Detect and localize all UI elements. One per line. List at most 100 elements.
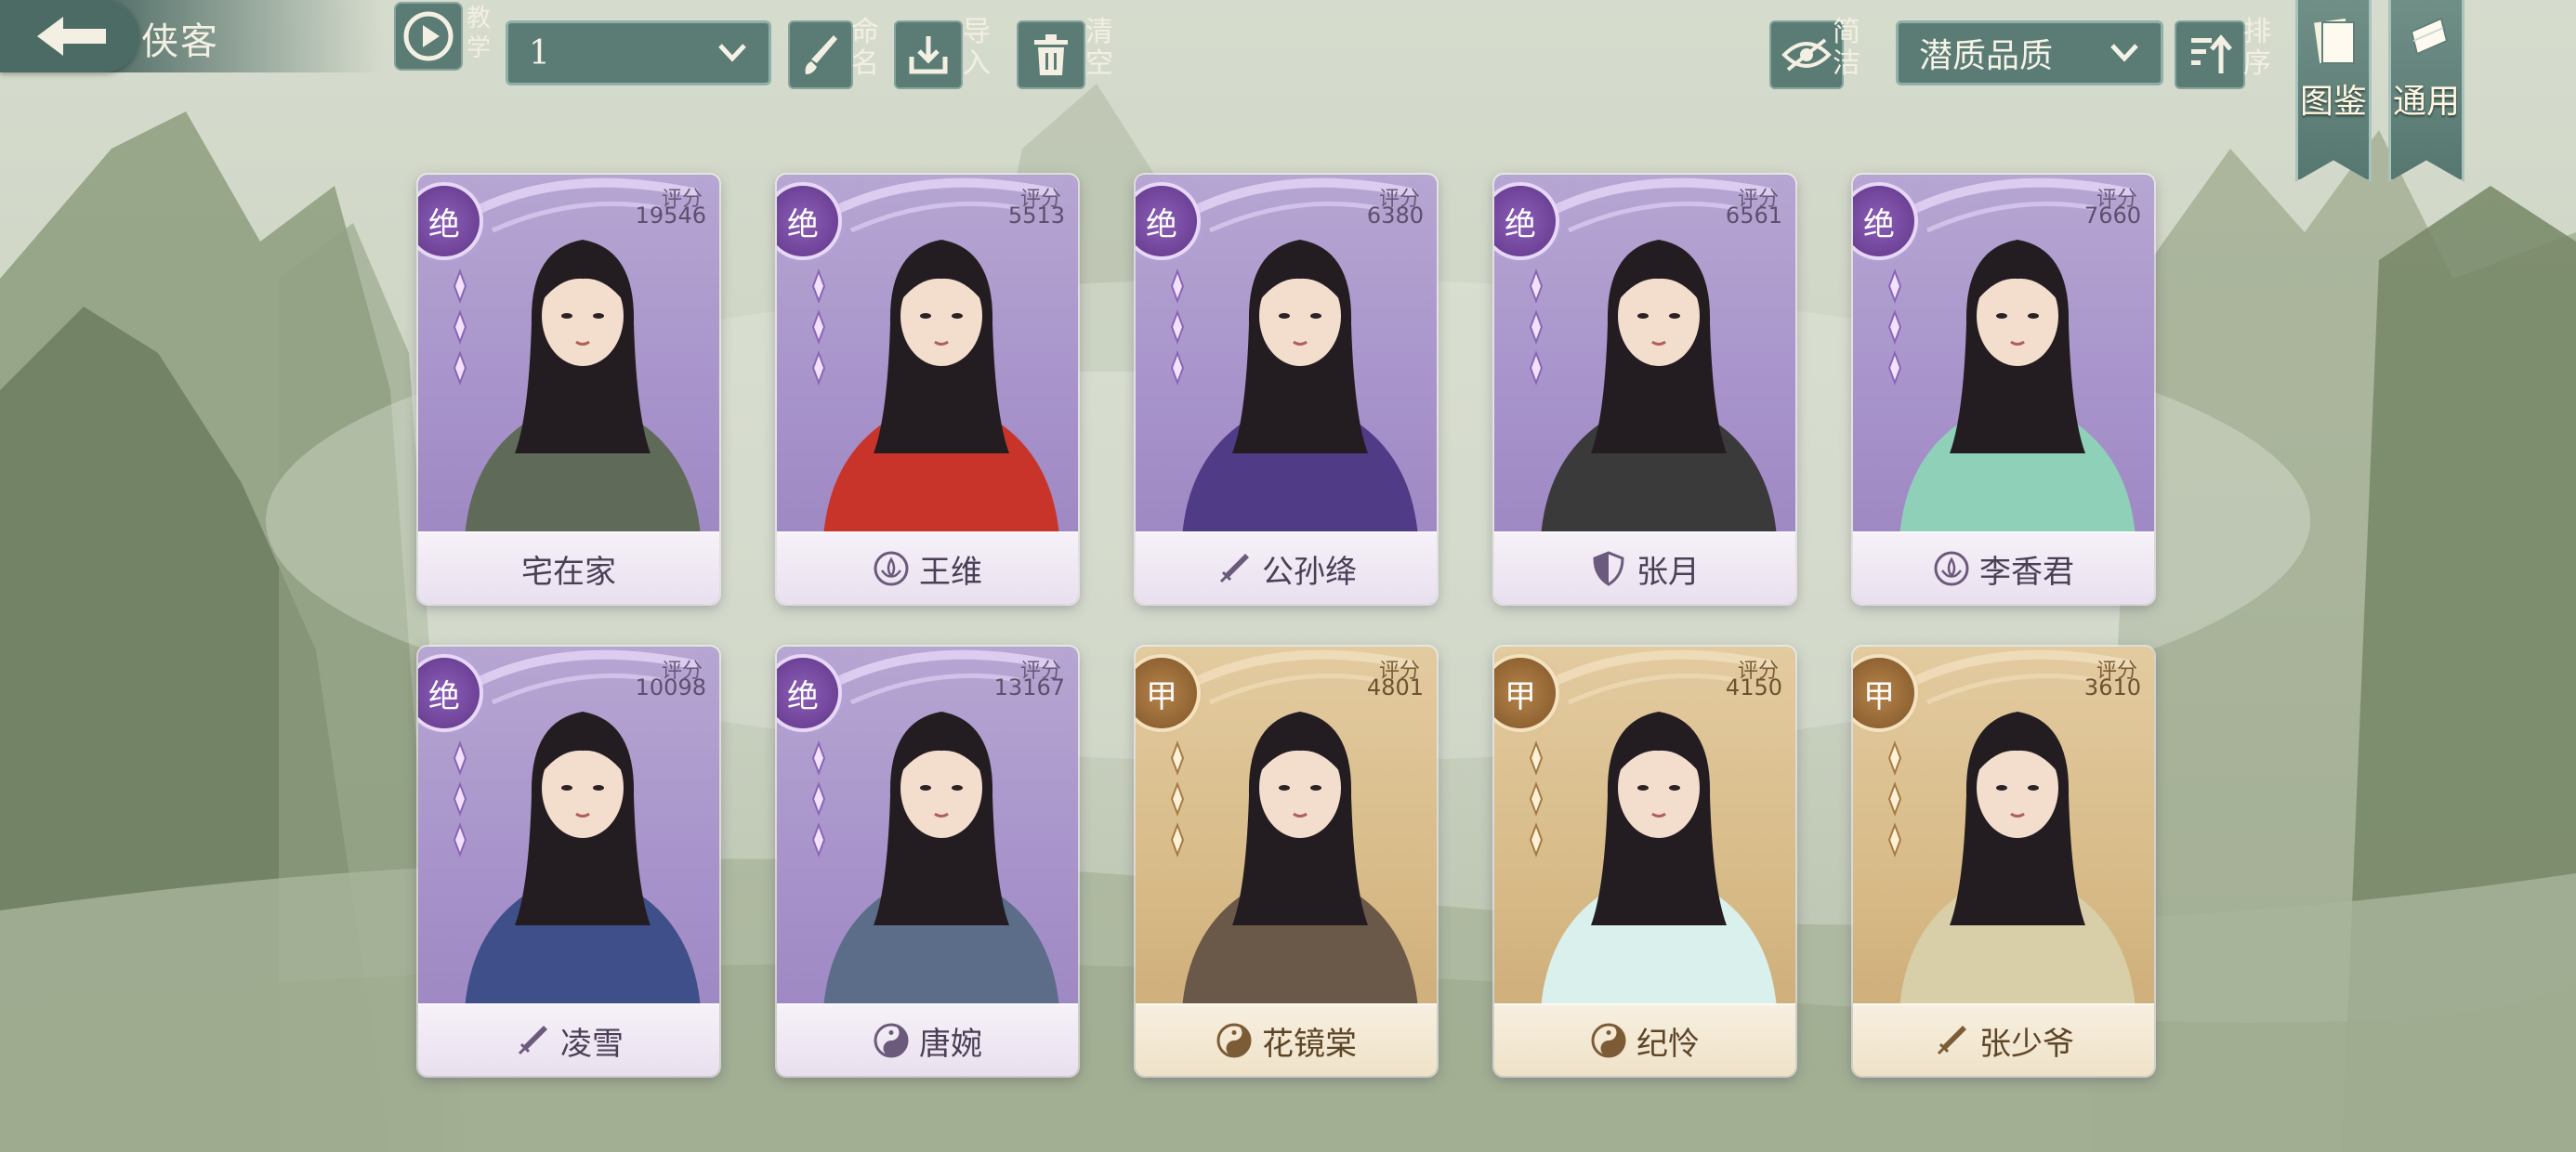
score-value: 10098 [635, 674, 706, 700]
hero-card[interactable]: 绝评分 7660 李香君 [1853, 175, 2154, 604]
play-icon [403, 11, 453, 61]
hero-portrait [465, 240, 701, 537]
sort-select-value: 潜质品质 [1919, 37, 2054, 75]
hero-portrait [823, 712, 1059, 1009]
sort-icon [2191, 34, 2232, 73]
eye-off-icon [1781, 38, 1832, 72]
sword-icon [1937, 1026, 1966, 1055]
hero-card[interactable]: 甲评分 3610 张少爷 [1853, 647, 2154, 1076]
hero-portrait [1182, 712, 1418, 1009]
hero-name-bar: 凌雪 [418, 1003, 719, 1076]
sort-button[interactable] [2175, 20, 2245, 89]
hero-portrait [1182, 240, 1418, 537]
hero-card[interactable]: 绝评分 6561 张月 [1494, 175, 1795, 604]
hero-name-bar: 李香君 [1853, 531, 2154, 604]
star-rank-icons [811, 740, 826, 857]
download-icon [909, 36, 948, 74]
hero-name-bar: 王维 [777, 531, 1078, 604]
shield-icon [1593, 551, 1624, 586]
star-rank-icons [1170, 740, 1185, 857]
brush-icon [805, 35, 837, 74]
hero-card[interactable]: 绝评分 6380 公孙绛 [1136, 175, 1437, 604]
hero-name: 凌雪 [560, 1025, 624, 1063]
codex-label: 图鉴 [2299, 83, 2367, 121]
import-button[interactable] [894, 20, 963, 89]
hero-card[interactable]: 甲评分 4801 花镜棠 [1136, 647, 1437, 1076]
score-value: 6561 [1725, 203, 1782, 229]
hero-name-bar: 公孙绛 [1136, 531, 1437, 604]
star-rank-icons [1529, 268, 1544, 386]
score-value: 4801 [1366, 674, 1424, 700]
lotus-icon [1934, 551, 1969, 586]
star-rank-icons [1170, 268, 1185, 386]
hero-name: 纪怜 [1636, 1025, 1700, 1063]
rename-label: 命名 [851, 16, 879, 80]
score-value: 19546 [635, 203, 706, 229]
sword-icon [1219, 554, 1249, 583]
chevron-down-icon [2110, 44, 2138, 62]
score-value: 3610 [2083, 674, 2141, 700]
hero-portrait [1899, 240, 2136, 537]
book-icon [2314, 18, 2355, 64]
rename-button[interactable] [788, 20, 853, 89]
codex-banner[interactable]: 图鉴 [2295, 0, 2372, 182]
star-rank-icons [453, 740, 467, 857]
taiji-icon [874, 1023, 909, 1058]
team-select[interactable]: 1 [506, 20, 771, 85]
hero-name-bar: 张月 [1494, 531, 1795, 604]
star-rank-icons [1887, 268, 1902, 386]
taiji-icon [1591, 1023, 1626, 1058]
chevron-down-icon [718, 44, 746, 62]
hero-name: 唐婉 [919, 1025, 982, 1063]
hero-name: 公孙绛 [1262, 553, 1357, 591]
hero-name: 张月 [1636, 553, 1700, 591]
import-label: 导入 [963, 16, 991, 80]
hero-card[interactable]: 绝评分 5513 王维 [777, 175, 1078, 604]
star-rank-icons [811, 268, 826, 386]
hero-card[interactable]: 甲评分 4150 纪怜 [1494, 647, 1795, 1076]
hero-portrait [823, 240, 1059, 537]
star-rank-icons [1529, 740, 1544, 857]
score-value: 4150 [1725, 674, 1782, 700]
taiji-icon [1216, 1023, 1252, 1058]
hero-name-bar: 花镜棠 [1136, 1003, 1437, 1076]
hero-name: 花镜棠 [1262, 1025, 1357, 1063]
star-rank-icons [1887, 740, 1902, 857]
general-banner[interactable]: 通用 [2388, 0, 2464, 182]
clear-label: 清空 [1085, 16, 1113, 80]
sort-select[interactable]: 潜质品质 [1896, 20, 2163, 85]
tutorial-label: 教学 [466, 5, 491, 62]
hero-portrait [1541, 240, 1777, 537]
hero-card[interactable]: 绝评分 10098 凌雪 [418, 647, 719, 1076]
hero-portrait [465, 712, 701, 1009]
hero-name-bar: 唐婉 [777, 1003, 1078, 1076]
hero-portrait [1899, 712, 2136, 1009]
clear-button[interactable] [1017, 20, 1085, 89]
hero-card[interactable]: 绝评分 19546 宅在家 [418, 175, 719, 604]
sword-icon [518, 1026, 547, 1055]
general-label: 通用 [2392, 83, 2460, 121]
score-value: 13167 [993, 674, 1065, 700]
back-arrow-icon [37, 17, 106, 56]
hero-name-bar: 张少爷 [1853, 1003, 2154, 1076]
score-value: 7660 [2083, 203, 2141, 229]
scroll-icon [2410, 17, 2449, 56]
score-value: 6380 [1366, 203, 1424, 229]
hero-name: 李香君 [1979, 553, 2074, 591]
team-select-value: 1 [529, 33, 550, 72]
score-value: 5513 [1007, 203, 1065, 229]
sort-label: 排序 [2243, 16, 2271, 80]
lotus-icon [874, 551, 909, 586]
hero-name: 张少爷 [1979, 1025, 2074, 1063]
hero-portrait [1541, 712, 1777, 1009]
tutorial-button[interactable] [394, 2, 463, 71]
trash-icon [1034, 34, 1068, 75]
hero-name-bar: 纪怜 [1494, 1003, 1795, 1076]
hero-name-bar: 宅在家 [418, 531, 719, 604]
hero-card[interactable]: 绝评分 13167 唐婉 [777, 647, 1078, 1076]
star-rank-icons [453, 268, 467, 386]
hero-name: 宅在家 [521, 553, 616, 591]
simple-label: 简洁 [1833, 16, 1860, 80]
back-button[interactable] [0, 0, 139, 72]
page-title: 侠客 [141, 20, 219, 63]
